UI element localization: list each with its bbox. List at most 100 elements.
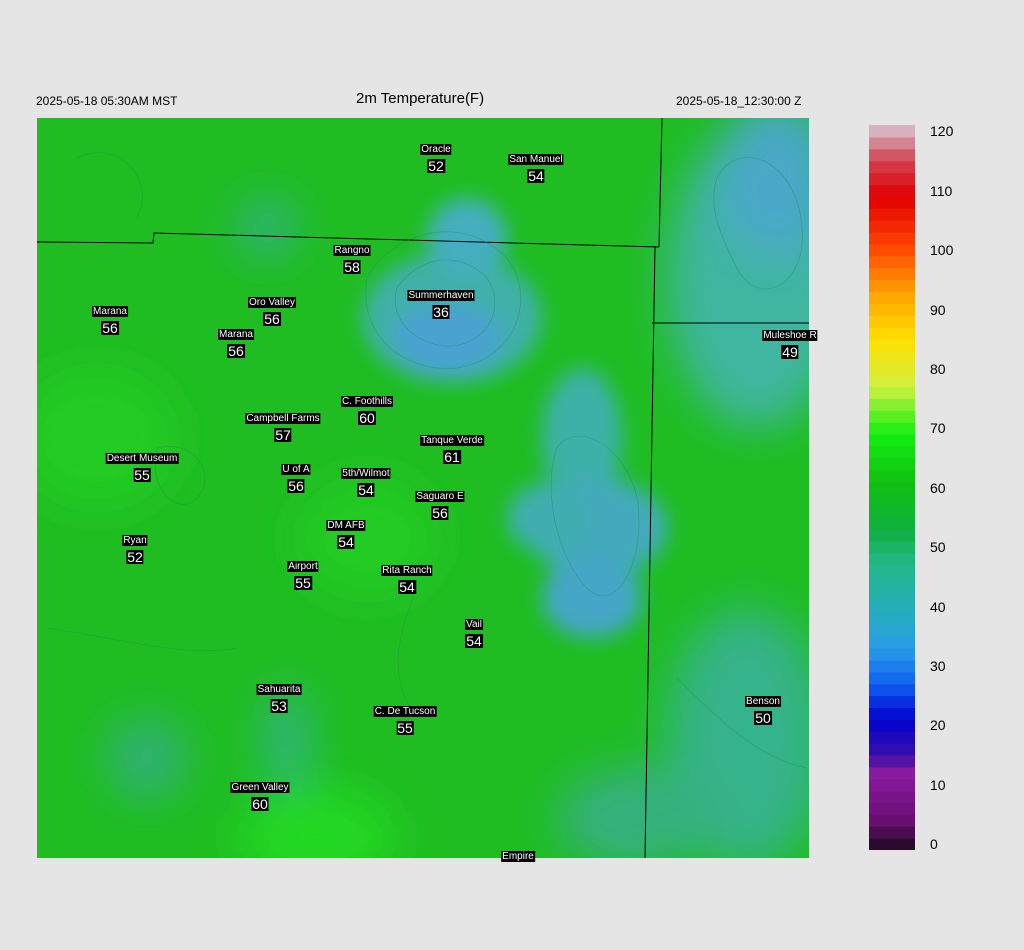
colorbar-band — [869, 434, 915, 447]
colorbar-band — [869, 208, 915, 221]
station-name: Marana — [92, 306, 128, 317]
station-temp: 49 — [781, 344, 799, 360]
colorbar-band — [869, 481, 915, 495]
station-rangno: Rangno 58 — [333, 240, 371, 275]
station-temp: 54 — [527, 168, 545, 184]
station-marana-east: Marana 56 — [218, 324, 254, 358]
station-name: DM AFB — [326, 520, 366, 531]
station-name: Rita Ranch — [381, 565, 433, 576]
colorbar-band — [869, 445, 915, 459]
station-san-manuel: San Manuel 54 — [508, 149, 564, 184]
station-name: Benson — [745, 696, 781, 707]
colorbar-band — [869, 291, 915, 304]
station-rita-ranch: Rita Ranch 54 — [381, 560, 433, 595]
colorbar-band — [869, 766, 915, 780]
station-temp: 60 — [251, 796, 269, 812]
station-temp: 55 — [133, 467, 151, 483]
station-airport: Airport 55 — [287, 556, 319, 591]
colorbar-band — [869, 231, 915, 245]
colorbar-band — [869, 552, 915, 566]
station-name: Muleshoe R — [762, 330, 818, 341]
station-name: Green Valley — [230, 782, 290, 793]
colorbar-band — [869, 719, 915, 732]
station-empire: Empire — [501, 846, 535, 864]
colorbar-band — [869, 493, 915, 506]
colorbar-band — [869, 327, 915, 340]
colorbar-band — [869, 267, 915, 281]
station-oracle: Oracle 52 — [420, 139, 452, 173]
station-oro-valley: Oro Valley 56 — [248, 292, 296, 326]
station-temp: 61 — [443, 449, 461, 465]
station-name: Sahuarita — [256, 684, 302, 695]
colorbar-tick-60: 60 — [930, 480, 946, 496]
colorbar-band — [869, 576, 915, 590]
station-campbell-farms: Campbell Farms 57 — [245, 408, 321, 443]
colorbar-tick-100: 100 — [930, 242, 954, 258]
colorbar-band — [869, 540, 915, 554]
station-name: Summerhaven — [407, 290, 475, 301]
station-c-foothills: C. Foothills 60 — [340, 391, 394, 426]
station-name: Rangno — [333, 245, 371, 256]
station-benson: Benson 50 — [745, 691, 781, 725]
colorbar-band — [869, 303, 915, 316]
station-c-de-tucson: C. De Tucson 55 — [373, 701, 437, 736]
colorbar-band — [869, 243, 915, 257]
station-saguaro-e: Saguaro E 56 — [415, 486, 465, 521]
station-dm-afb: DM AFB 54 — [326, 515, 366, 549]
colorbar-band — [869, 220, 915, 233]
station-name: 5th/Wilmot — [341, 468, 391, 479]
station-temp: 55 — [294, 575, 312, 591]
colorbar-band — [869, 279, 915, 292]
colorbar-tick-30: 30 — [930, 658, 946, 674]
colorbar-band — [869, 136, 915, 150]
station-name: C. Foothills — [340, 396, 394, 407]
colorbar-band — [869, 802, 915, 815]
station-tanque-verde: Tanque Verde 61 — [420, 430, 484, 464]
temperature-map: Oracle 52 San Manuel 54 Rangno 58 Summer… — [37, 118, 818, 862]
station-name: Oro Valley — [248, 297, 296, 308]
colorbar-tick-50: 50 — [930, 539, 946, 555]
colorbar-band — [869, 612, 915, 625]
colorbar-band — [869, 184, 915, 197]
colorbar-band — [869, 636, 915, 649]
station-muleshoe-r: Muleshoe R 49 — [762, 325, 818, 360]
station-temp: 56 — [431, 505, 449, 521]
colorbar-band — [869, 350, 915, 364]
station-temp: 55 — [396, 720, 414, 736]
colorbar-band — [869, 125, 915, 138]
colorbar-band — [869, 386, 915, 399]
colorbar-band — [869, 410, 915, 423]
colorbar-tick-120: 120 — [930, 123, 954, 139]
station-green-valley: Green Valley 60 — [230, 777, 290, 812]
colorbar-band — [869, 457, 915, 471]
colorbar-band — [869, 814, 915, 827]
colorbar-band — [869, 743, 915, 756]
colorbar-tick-90: 90 — [930, 302, 946, 318]
station-name: Marana — [218, 329, 254, 340]
station-temp: 54 — [398, 579, 416, 595]
colorbar-band — [869, 778, 915, 792]
map-title: 2m Temperature(F) — [356, 90, 485, 107]
colorbar-tick-0: 0 — [930, 836, 938, 852]
colorbar-band — [869, 588, 915, 602]
colorbar-tick-70: 70 — [930, 420, 946, 436]
station-temp: 60 — [358, 410, 376, 426]
station-u-of-a: U of A 56 — [281, 459, 311, 494]
colorbar-band — [869, 838, 915, 850]
station-temp: 54 — [465, 633, 483, 649]
colorbar-band — [869, 315, 915, 328]
station-temp: 50 — [754, 710, 772, 726]
station-temp: 56 — [287, 478, 305, 494]
colorbar-band — [869, 398, 915, 411]
colorbar-tick-20: 20 — [930, 717, 946, 733]
colorbar-band — [869, 695, 915, 708]
station-temp: 57 — [274, 427, 292, 443]
colorbar-band — [869, 731, 915, 744]
station-name: U of A — [281, 464, 311, 475]
colorbar-band — [869, 172, 915, 186]
station-name: Ryan — [122, 535, 148, 546]
station-name: C. De Tucson — [373, 706, 437, 717]
station-temp: 58 — [343, 259, 361, 275]
station-name: San Manuel — [508, 154, 564, 165]
colorbar-band — [869, 517, 915, 530]
